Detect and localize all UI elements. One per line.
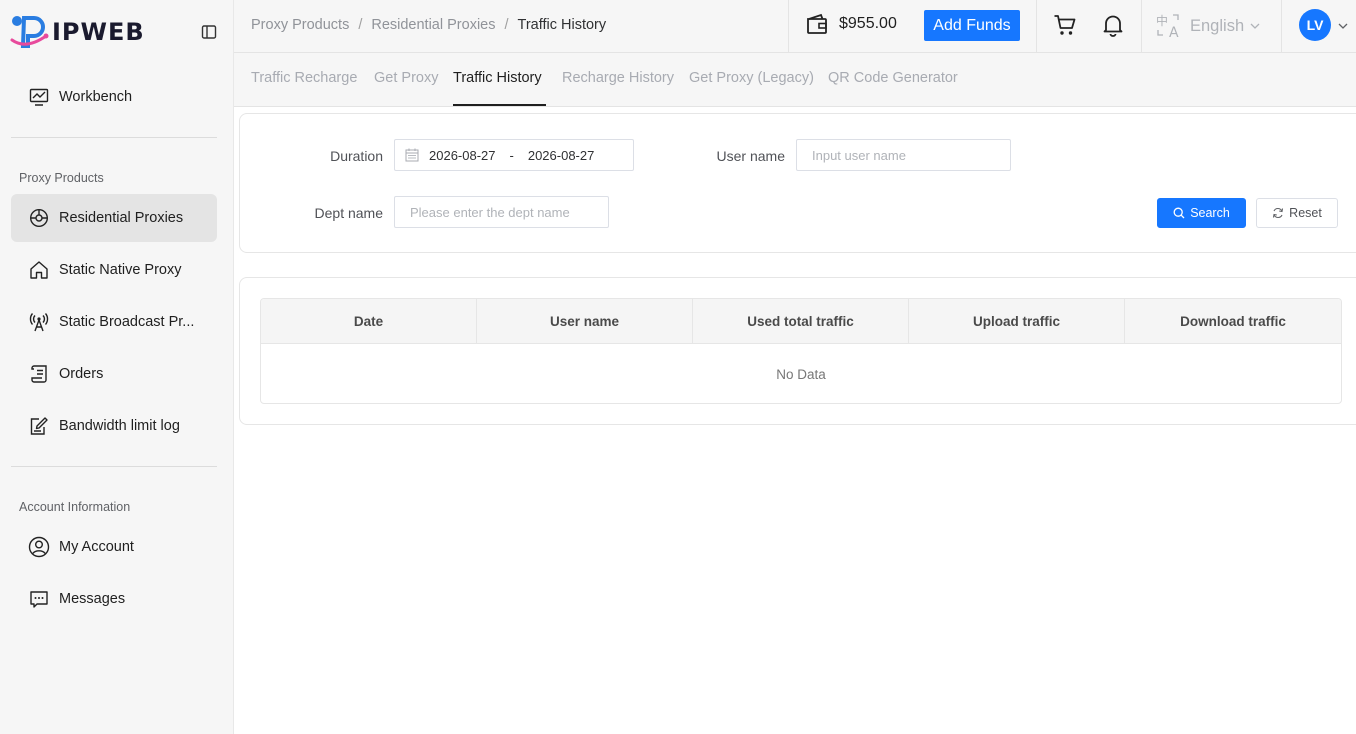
group-title-account-information: Account Information (19, 500, 131, 514)
group-title-proxy-products: Proxy Products (19, 171, 104, 185)
tab-qr-code-generator[interactable]: QR Code Generator (828, 70, 958, 86)
wallet-icon (807, 13, 827, 34)
edit-note-icon (28, 415, 50, 437)
dept-name-input[interactable] (394, 196, 609, 228)
sidebar-item-label: Orders (59, 366, 104, 382)
tab-get-proxy-legacy[interactable]: Get Proxy (Legacy) (689, 70, 814, 86)
language-label: English (1190, 16, 1245, 35)
chevron-down-icon[interactable] (1338, 21, 1348, 31)
scroll-icon (28, 363, 50, 385)
chevron-down-icon (1250, 23, 1260, 29)
username-input[interactable] (796, 139, 1011, 171)
breadcrumb-current: Traffic History (517, 17, 607, 33)
monitor-chart-icon (28, 86, 50, 108)
sidebar-item-workbench[interactable]: Workbench (11, 73, 217, 121)
cart-icon[interactable] (1053, 13, 1077, 37)
username-label: User name (716, 148, 785, 164)
user-avatar[interactable]: LV (1299, 9, 1331, 41)
table-header: Date User name Used total traffic Upload… (261, 299, 1341, 344)
column-header-upload-traffic: Upload traffic (909, 299, 1125, 343)
chat-bubble-icon (28, 588, 50, 610)
top-header: Proxy Products / Residential Proxies / T… (234, 0, 1356, 53)
duration-label: Duration (330, 148, 383, 164)
divider (11, 466, 217, 467)
empty-state: No Data (776, 366, 826, 382)
date-start: 2026-08-27 (429, 147, 496, 163)
tab-traffic-history[interactable]: Traffic History (453, 70, 542, 86)
language-selector[interactable]: 中A English (1156, 13, 1260, 39)
antenna-icon (28, 311, 50, 333)
calendar-icon (405, 148, 419, 162)
tab-get-proxy[interactable]: Get Proxy (374, 70, 438, 86)
bell-icon[interactable] (1101, 13, 1125, 37)
search-icon (1173, 207, 1185, 219)
date-end: 2026-08-27 (527, 147, 595, 163)
ipweb-logo-icon (10, 16, 49, 48)
sidebar-item-messages[interactable]: Messages (11, 575, 217, 623)
reset-button[interactable]: Reset (1256, 198, 1338, 228)
sidebar-item-label: Bandwidth limit log (59, 418, 180, 434)
column-header-date: Date (261, 299, 477, 343)
tab-recharge-history[interactable]: Recharge History (562, 70, 674, 86)
sidebar-item-residential-proxies[interactable]: Residential Proxies (11, 194, 217, 242)
balance-amount: $955.00 (839, 15, 897, 32)
sidebar-collapse-icon[interactable] (201, 24, 217, 40)
date-separator: - (509, 147, 514, 163)
column-header-user-name: User name (477, 299, 693, 343)
svg-text:中: 中 (1156, 13, 1168, 28)
table-card: Date User name Used total traffic Upload… (239, 277, 1356, 425)
sidebar-item-static-broadcast-proxy[interactable]: Static Broadcast Pr... (11, 298, 217, 346)
sidebar-item-orders[interactable]: Orders (11, 350, 217, 398)
sidebar-item-label: My Account (59, 539, 134, 555)
duration-date-range[interactable]: 2026-08-27 - 2026-08-27 (394, 139, 634, 171)
sidebar-item-label: Messages (59, 591, 126, 607)
sidebar-item-label: Residential Proxies (59, 210, 184, 226)
sidebar-item-bandwidth-limit-log[interactable]: Bandwidth limit log (11, 402, 217, 450)
tab-traffic-recharge[interactable]: Traffic Recharge (251, 70, 357, 86)
globe-icon (28, 207, 50, 229)
divider (11, 137, 217, 138)
sidebar-item-my-account[interactable]: My Account (11, 523, 217, 571)
sidebar: IPWEB Workbench Proxy Products Residenti… (0, 0, 234, 734)
svg-text:A: A (1169, 25, 1179, 39)
column-header-used-total-traffic: Used total traffic (693, 299, 909, 343)
dept-name-label: Dept name (314, 205, 383, 221)
translate-icon: 中A (1156, 13, 1179, 39)
reset-button-label: Reset (1289, 206, 1322, 220)
user-circle-icon (28, 536, 50, 558)
sidebar-item-label: Static Broadcast Pr... (59, 314, 195, 330)
logo[interactable]: IPWEB (0, 0, 233, 64)
filter-card: Duration 2026-08-27 - 2026-08-27 User na… (239, 113, 1356, 253)
brand-name: IPWEB (52, 18, 145, 46)
sidebar-item-static-native-proxy[interactable]: Static Native Proxy (11, 246, 217, 294)
breadcrumb: Proxy Products / Residential Proxies / T… (251, 17, 607, 33)
search-button[interactable]: Search (1157, 198, 1246, 228)
column-header-download-traffic: Download traffic (1180, 313, 1286, 329)
search-button-label: Search (1190, 206, 1230, 220)
breadcrumb-item[interactable]: Residential Proxies (371, 17, 495, 33)
sidebar-item-label: Workbench (59, 89, 133, 105)
add-funds-button[interactable]: Add Funds (924, 10, 1020, 41)
active-tab-indicator (453, 104, 546, 106)
wallet-balance: $955.00 (806, 13, 897, 35)
traffic-history-table: Date User name Used total traffic Upload… (260, 298, 1342, 404)
sub-tabs: Traffic Recharge Get Proxy Traffic Histo… (234, 53, 1356, 107)
breadcrumb-item[interactable]: Proxy Products (251, 17, 349, 33)
sidebar-item-label: Static Native Proxy (59, 262, 182, 278)
home-icon (28, 259, 50, 281)
refresh-icon (1273, 207, 1284, 219)
